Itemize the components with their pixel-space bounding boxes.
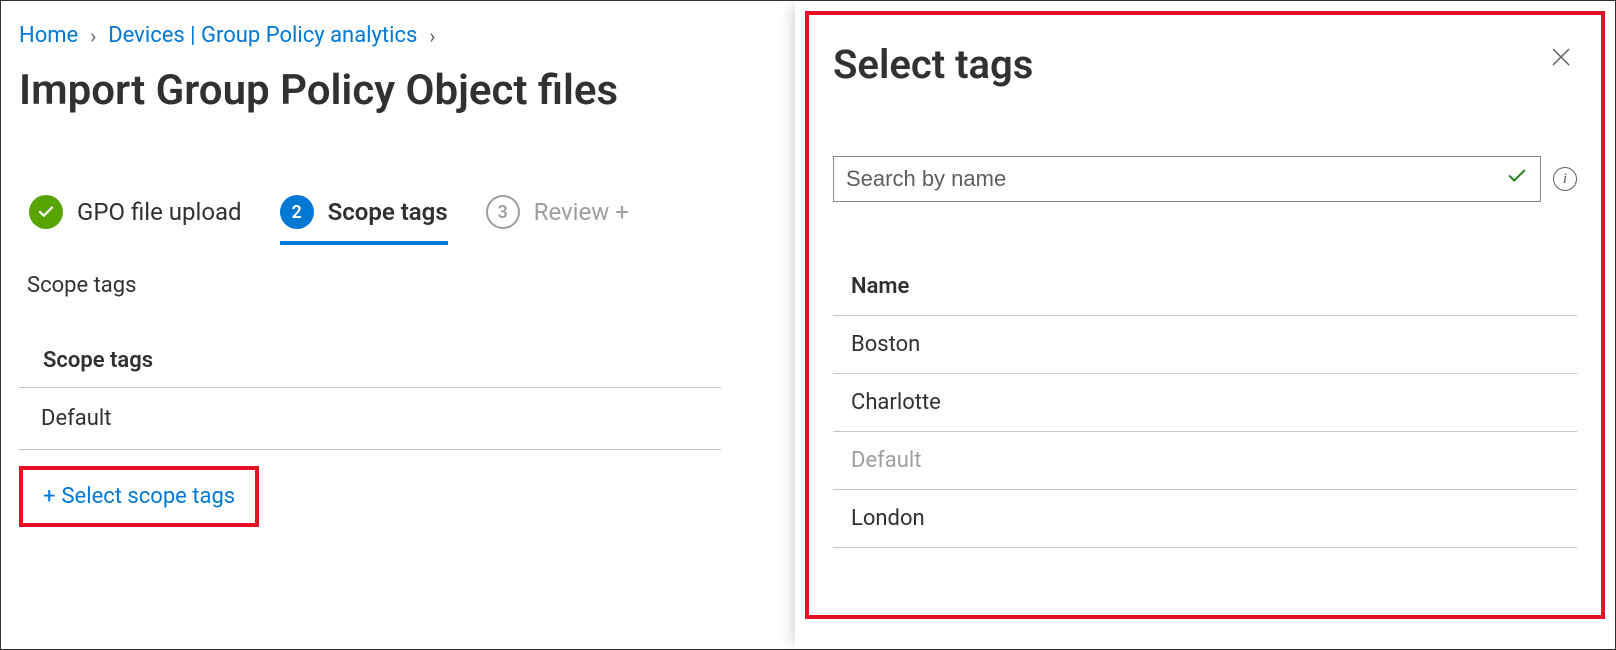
list-item[interactable]: London xyxy=(833,490,1577,548)
info-icon[interactable]: i xyxy=(1553,167,1577,191)
table-row[interactable]: Default xyxy=(19,388,721,450)
section-heading: Scope tags xyxy=(27,273,761,298)
chevron-right-icon: › xyxy=(429,24,435,48)
step-label: Scope tags xyxy=(328,198,448,226)
panel-title: Select tags xyxy=(833,41,1033,88)
step-number-icon: 3 xyxy=(486,195,520,229)
breadcrumb-devices[interactable]: Devices | Group Policy analytics xyxy=(108,23,417,48)
list-column-header: Name xyxy=(833,274,1577,316)
step-scope-tags[interactable]: 2 Scope tags xyxy=(280,195,448,245)
check-icon xyxy=(29,195,63,229)
search-box[interactable] xyxy=(833,156,1541,202)
close-icon xyxy=(1549,45,1573,69)
step-label: Review + xyxy=(534,198,629,226)
list-item[interactable]: Charlotte xyxy=(833,374,1577,432)
close-button[interactable] xyxy=(1545,41,1577,79)
step-gpo-upload[interactable]: GPO file upload xyxy=(29,195,242,229)
wizard-steps: GPO file upload 2 Scope tags 3 Review + xyxy=(29,195,761,229)
list-item: Default xyxy=(833,432,1577,490)
chevron-right-icon: › xyxy=(90,24,96,48)
step-review[interactable]: 3 Review + xyxy=(486,195,629,229)
select-tags-panel: Select tags i Name BostonCharlotteDefaul… xyxy=(805,11,1605,619)
checkmark-icon xyxy=(1506,165,1528,193)
highlight-box: + Select scope tags xyxy=(19,466,259,527)
list-item[interactable]: Boston xyxy=(833,316,1577,374)
main-content: Home › Devices | Group Policy analytics … xyxy=(1,1,761,527)
plus-icon: + xyxy=(43,484,55,509)
page-title: Import Group Policy Object files xyxy=(19,66,761,115)
step-label: GPO file upload xyxy=(77,198,242,226)
breadcrumb-home[interactable]: Home xyxy=(19,23,78,48)
breadcrumb: Home › Devices | Group Policy analytics … xyxy=(19,23,761,48)
select-scope-tags-link[interactable]: + Select scope tags xyxy=(43,484,235,509)
step-number-icon: 2 xyxy=(280,195,314,229)
link-label: Select scope tags xyxy=(61,484,235,509)
table-column-header: Scope tags xyxy=(19,348,721,388)
search-input[interactable] xyxy=(846,166,1506,192)
